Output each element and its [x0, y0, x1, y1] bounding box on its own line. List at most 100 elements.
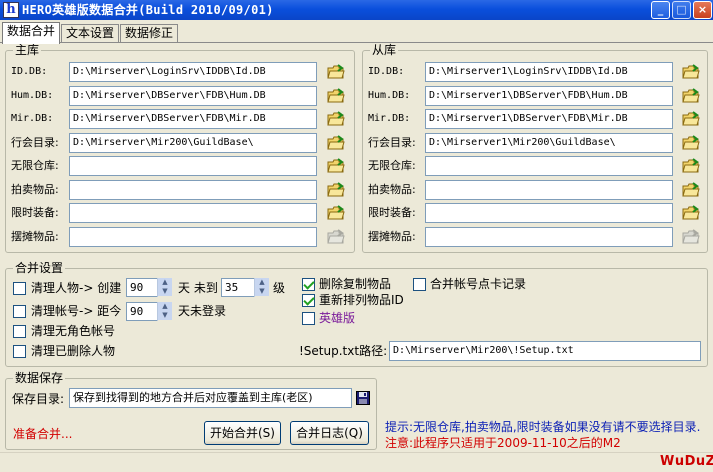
slave-row-label: 无限仓库: [368, 159, 416, 172]
slave-path-input[interactable]: D:\Mirserver1\Mir200\GuildBase\ [425, 132, 673, 153]
master-path-input[interactable]: D:\Mirserver\LoginSrv\IDDB\Id.DB [69, 62, 317, 82]
spin-down-icon[interactable]: ▼ [255, 287, 269, 296]
slave-path-input[interactable]: D:\Mirserver1\DBServer\FDB\Hum.DB [425, 85, 673, 106]
master-path-input[interactable] [69, 203, 317, 223]
folder-open-icon[interactable] [327, 87, 345, 104]
master-path-input[interactable]: D:\Mirserver\DBServer\FDB\Hum.DB [69, 85, 317, 106]
slave-row-label: 拍卖物品: [368, 182, 416, 196]
folder-open-icon[interactable] [327, 158, 345, 174]
close-button[interactable]: × [693, 1, 712, 19]
merge-settings-title: 合并设置 [13, 261, 66, 275]
slave-row-label: 限时装备: [368, 206, 416, 219]
slave-path-input[interactable] [425, 179, 673, 200]
spin-up-icon[interactable]: ▲ [255, 278, 269, 287]
tab-panel-border [0, 42, 713, 43]
master-path-input[interactable]: D:\Mirserver\Mir200\GuildBase\ [69, 132, 317, 153]
slave-db-title: 从库 [370, 43, 399, 57]
window-title: HERO英雄版数据合并(Build 2010/09/01) [22, 3, 274, 17]
clean-account-days-spinner[interactable]: ▲ ▼ [157, 302, 172, 321]
slave-path-input[interactable] [425, 156, 673, 176]
clean-account-days-input[interactable]: 90 [126, 302, 158, 321]
tab-text-settings[interactable]: 文本设置 [61, 24, 119, 43]
master-row-label: 限时装备: [11, 206, 59, 219]
hero-edition-label: 英雄版 [319, 311, 356, 325]
clean-no-character-account-checkbox[interactable] [13, 325, 26, 338]
clean-character-days-spinner[interactable]: ▲ ▼ [157, 278, 172, 297]
delete-copy-items-label: 删除复制物品 [319, 277, 392, 291]
folder-open-icon[interactable] [682, 64, 700, 80]
reorder-item-id-checkbox[interactable] [302, 294, 315, 307]
master-row-label: ID.DB: [11, 66, 48, 77]
master-row-label: 拍卖物品: [11, 182, 59, 196]
clean-deleted-character-label: 清理已删除人物 [31, 344, 116, 358]
start-merge-button[interactable]: 开始合并(S) [204, 421, 281, 445]
master-row-label: 摆摊物品: [11, 229, 59, 243]
master-path-input[interactable] [69, 156, 317, 176]
reorder-item-id-label: 重新排列物品ID [319, 293, 404, 307]
delete-copy-items-checkbox[interactable] [302, 278, 315, 291]
maximize-button[interactable]: □ [672, 1, 691, 19]
folder-open-icon [682, 228, 700, 245]
master-path-input[interactable] [69, 226, 317, 247]
folder-open-icon[interactable] [682, 158, 700, 174]
warning-text: 注意:此程序只适用于2009-11-10之后的M2 [385, 436, 621, 450]
clean-character-checkbox[interactable] [13, 282, 26, 295]
clean-character-level-spinner[interactable]: ▲ ▼ [254, 278, 269, 297]
master-path-input[interactable]: D:\Mirserver\DBServer\FDB\Mir.DB [69, 109, 317, 129]
title-bar[interactable]: h HERO英雄版数据合并(Build 2010/09/01) _ □ × [0, 0, 713, 20]
clean-character-days-input[interactable]: 90 [126, 278, 158, 297]
folder-open-icon[interactable] [327, 134, 345, 151]
spin-up-icon[interactable]: ▲ [158, 302, 172, 311]
folder-open-icon[interactable] [327, 64, 345, 80]
slave-path-input[interactable]: D:\Mirserver1\DBServer\FDB\Mir.DB [425, 109, 673, 129]
merge-account-card-checkbox[interactable] [413, 278, 426, 291]
folder-open-icon[interactable] [682, 181, 700, 198]
folder-open-icon[interactable] [682, 205, 700, 221]
folder-open-icon[interactable] [327, 111, 345, 127]
clean-character-level-input[interactable]: 35 [221, 278, 255, 297]
save-dir-input[interactable]: 保存到找得到的地方合并后对应覆盖到主库(老区) [69, 388, 352, 408]
hint-text: 提示:无限仓库,拍卖物品,限时装备如果没有请不要选择目录. [385, 420, 701, 434]
slave-path-input[interactable] [425, 203, 673, 223]
clean-account-unit: 天未登录 [178, 304, 227, 318]
clean-no-character-account-label: 清理无角色帐号 [31, 324, 116, 338]
master-row-label: Hum.DB: [11, 89, 54, 101]
data-save-title: 数据保存 [13, 371, 66, 385]
master-db-title: 主库 [13, 43, 42, 57]
hero-edition-checkbox[interactable] [302, 312, 315, 325]
folder-open-icon[interactable] [682, 111, 700, 127]
app-icon: h [3, 2, 19, 18]
merge-account-card-label: 合并帐号点卡记录 [430, 277, 527, 291]
clean-deleted-character-checkbox[interactable] [13, 345, 26, 358]
folder-open-icon [327, 228, 345, 245]
clean-account-checkbox[interactable] [13, 305, 26, 318]
folder-open-icon[interactable] [682, 87, 700, 104]
wuduz-logo: WuDuZ [660, 454, 713, 469]
master-path-input[interactable] [69, 179, 317, 200]
tab-data-merge[interactable]: 数据合并 [2, 22, 60, 44]
floppy-disk-icon[interactable] [356, 391, 370, 405]
master-row-label: 无限仓库: [11, 159, 59, 172]
slave-row-label: ID.DB: [368, 66, 405, 77]
slave-row-label: 摆摊物品: [368, 229, 416, 243]
setup-path-input[interactable]: D:\Mirserver\Mir200\!Setup.txt [389, 341, 701, 361]
spin-down-icon[interactable]: ▼ [158, 311, 172, 320]
folder-open-icon[interactable] [682, 134, 700, 151]
minimize-button[interactable]: _ [651, 1, 670, 19]
tab-data-fix[interactable]: 数据修正 [120, 24, 178, 43]
spin-down-icon[interactable]: ▼ [158, 287, 172, 296]
clean-character-unit1: 天 未到 [178, 281, 218, 295]
spin-up-icon[interactable]: ▲ [158, 278, 172, 287]
slave-row-label: 行会目录: [368, 135, 416, 149]
clean-character-unit2: 级 [273, 281, 286, 295]
folder-open-icon[interactable] [327, 181, 345, 198]
slave-path-input[interactable] [425, 226, 673, 247]
clean-account-label: 清理帐号-> 距今 [31, 304, 122, 318]
slave-path-input[interactable]: D:\Mirserver1\LoginSrv\IDDB\Id.DB [425, 62, 673, 82]
setup-path-label: !Setup.txt路径: [299, 344, 388, 358]
merge-log-button[interactable]: 合并日志(Q) [290, 421, 369, 445]
master-row-label: Mir.DB: [11, 113, 54, 124]
status-text: 准备合并... [13, 427, 73, 441]
folder-open-icon[interactable] [327, 205, 345, 221]
save-dir-label: 保存目录: [12, 392, 65, 406]
